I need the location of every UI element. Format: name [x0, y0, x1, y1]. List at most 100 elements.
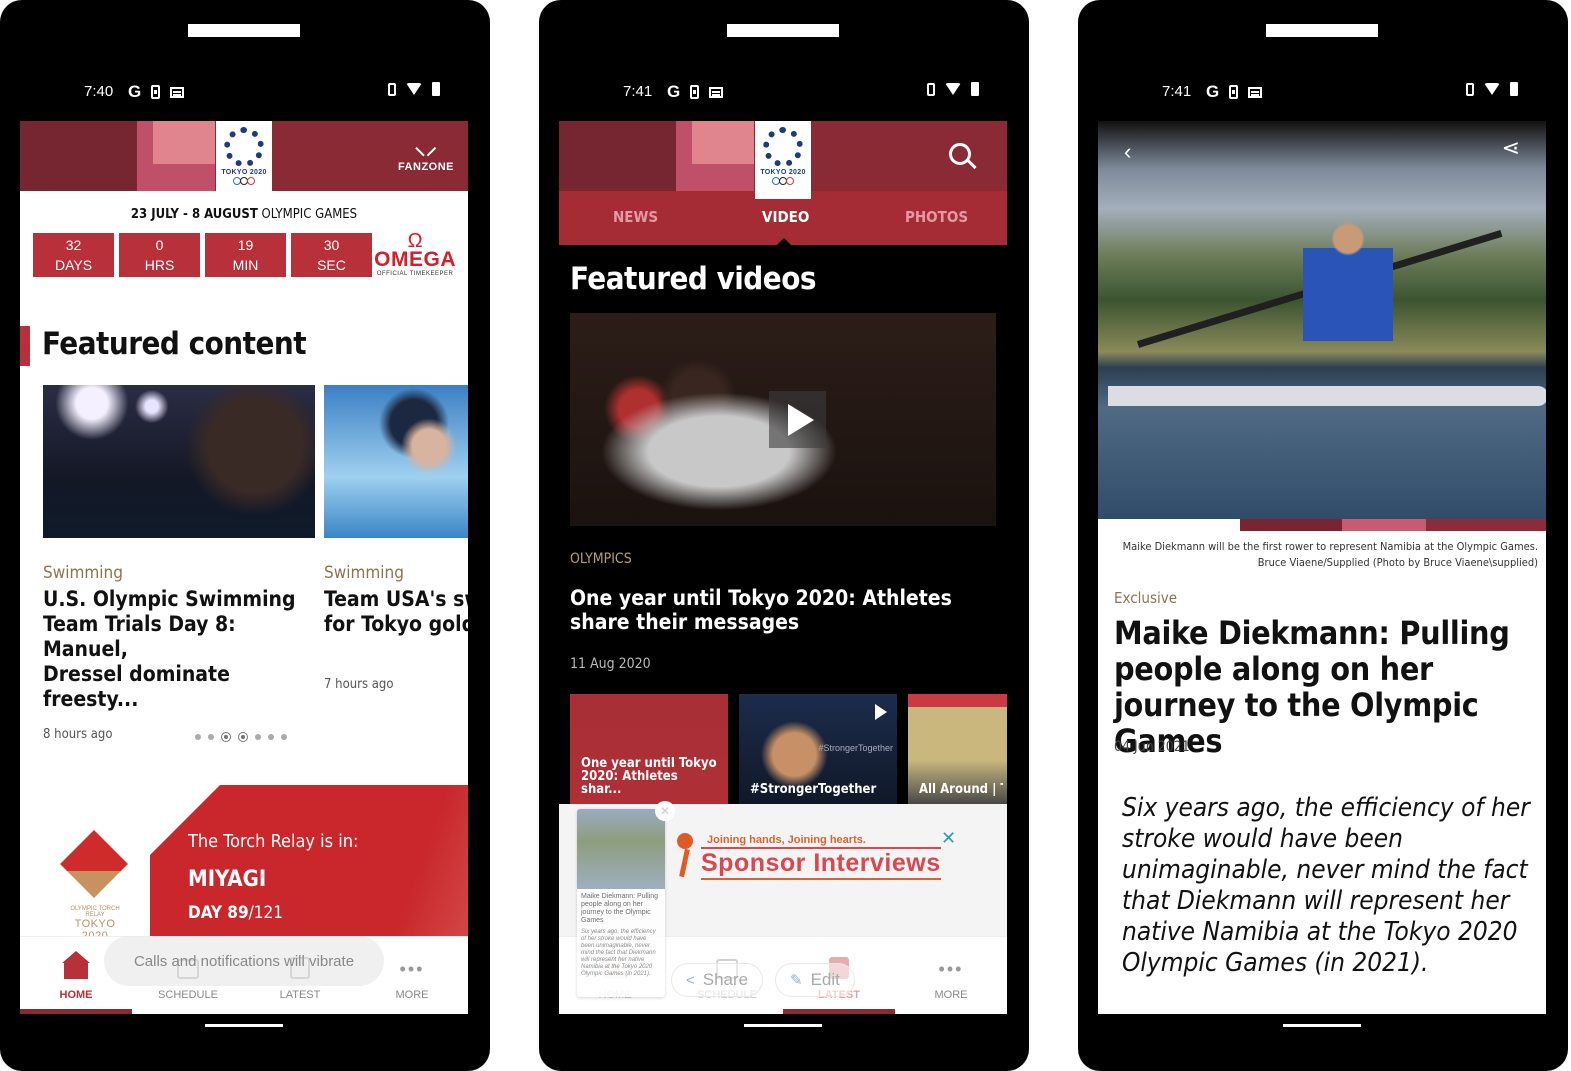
pager-dot[interactable]	[221, 732, 231, 742]
toast-message: Calls and notifications will vibrate	[104, 936, 384, 986]
news-icon	[1248, 86, 1263, 98]
gesture-bar[interactable]	[1283, 1024, 1361, 1027]
ad-headline: Sponsor Interviews	[701, 847, 941, 880]
pager-dot[interactable]	[238, 732, 248, 742]
nav-active-indicator	[783, 1009, 895, 1014]
video-date: 11 Aug 2020	[570, 656, 651, 672]
omega-icon: Ω	[407, 230, 423, 252]
microphone-icon	[677, 833, 693, 878]
section-title: Featured content	[42, 326, 307, 362]
vibrate-icon	[927, 82, 935, 96]
olympic-rings-icon	[771, 177, 794, 185]
battery-icon	[432, 82, 440, 96]
video-category: OLYMPICS	[570, 551, 632, 567]
carousel-pager[interactable]	[195, 732, 287, 742]
media-tabs: NEWS VIDEO PHOTOS	[559, 191, 1007, 245]
close-screenshot-icon[interactable]: ✕	[655, 801, 675, 821]
article-hero-image	[1098, 121, 1546, 519]
screenshot-preview[interactable]: Maike Diekmann: Pulling people along on …	[577, 809, 665, 997]
more-icon: •••	[938, 959, 964, 979]
pager-dot[interactable]	[208, 734, 214, 740]
torch-city: MIYAGI	[188, 867, 267, 892]
ad-tagline: Joining hands, Joining hearts.	[707, 834, 866, 846]
featured-card[interactable]: Swimming U.S. Olympic Swimming Team Tria…	[43, 385, 323, 742]
fanzone-icon: ⸜⸝	[414, 134, 438, 159]
omega-logo: Ω OMEGA OFFICIAL TIMEKEEPER	[374, 230, 456, 277]
countdown-seconds: 30 SEC	[291, 233, 372, 277]
nav-more[interactable]: ••• MORE	[895, 949, 1007, 1001]
fanzone-button[interactable]: ⸜⸝ FANZONE	[398, 133, 454, 173]
wifi-icon	[406, 83, 422, 95]
video-thumbnail[interactable]: #StrongerTogether #StrongerTogether	[739, 694, 897, 804]
omega-tagline: OFFICIAL TIMEKEEPER	[376, 271, 454, 277]
tab-photos[interactable]: PHOTOS	[905, 208, 968, 226]
pager-dot[interactable]	[281, 734, 287, 740]
nav-active-indicator	[20, 1009, 132, 1014]
section-title: Featured videos	[570, 261, 816, 297]
vibrate-icon	[388, 82, 396, 96]
image-caption: Maike Diekmann will be the first rower t…	[1122, 540, 1538, 569]
home-screen: ⸜⸝ FANZONE TOKYO 2020 23 JULY - 8 AUGUST…	[20, 121, 468, 1014]
countdown: 32 DAYS 0 HRS 19 MIN 30 SEC	[33, 233, 372, 277]
pager-dot[interactable]	[195, 734, 201, 740]
torch-relay-logo: OLYMPIC TORCH RELAY TOKYO 2020	[60, 826, 130, 942]
card-category: Swimming	[43, 563, 123, 583]
countdown-hours: 0 HRS	[119, 233, 200, 277]
video-title[interactable]: One year until Tokyo 2020: Athletes shar…	[570, 586, 1000, 634]
vibrate-icon	[1466, 82, 1474, 96]
play-button[interactable]	[769, 391, 826, 448]
card-image	[324, 385, 468, 538]
speaker	[1266, 24, 1378, 37]
battery-icon	[1510, 82, 1518, 96]
video-thumbnail[interactable]: All Around | Ti Refocus	[908, 694, 1007, 804]
tab-news[interactable]: NEWS	[613, 208, 658, 226]
card-time: 7 hours ago	[324, 677, 394, 692]
active-tab-indicator	[777, 238, 791, 245]
close-ad-icon[interactable]: ✕	[941, 828, 956, 849]
video-thumbnail[interactable]: One year until Tokyo 2020: Athletes shar…	[570, 694, 728, 804]
article-title: Maike Diekmann: Pulling people along on …	[1114, 614, 1510, 760]
featured-card[interactable]: Swimming Team USA's sw for Tokyo gold 7 …	[324, 385, 468, 692]
tokyo-2020-logo[interactable]: TOKYO 2020	[216, 121, 272, 199]
card-category: Swimming	[324, 563, 404, 583]
download-icon	[690, 85, 700, 99]
speaker	[727, 24, 839, 37]
tab-video[interactable]: VIDEO	[762, 208, 809, 226]
card-title: U.S. Olympic Swimming Team Trials Day 8:…	[43, 587, 296, 711]
download-icon	[1229, 85, 1239, 99]
article-category: Exclusive	[1114, 589, 1178, 607]
dates-rest: OLYMPIC GAMES	[257, 207, 358, 222]
play-icon	[875, 704, 887, 720]
battery-icon	[971, 82, 979, 96]
olympic-rings-icon	[232, 177, 255, 185]
status-time: 7:41	[623, 83, 653, 100]
phone-article: 7:41 G ‹ ⋖ Maike Diekmann will be the fi…	[1078, 0, 1568, 1071]
edit-button[interactable]: ✎ Edit	[775, 963, 855, 997]
phone-video: 7:41 G NEWS VIDEO PHOTOS TOKYO 2020 Feat…	[539, 0, 1029, 1071]
phone-home: 7:40 G ⸜⸝ FANZONE TOKYO 2020 23 JULY - 8…	[0, 0, 490, 1071]
gesture-bar[interactable]	[205, 1024, 283, 1027]
tokyo-emblem-icon	[224, 127, 264, 167]
pager-dot[interactable]	[268, 734, 274, 740]
search-icon[interactable]	[949, 143, 971, 165]
pencil-icon: ✎	[790, 972, 803, 989]
news-icon	[709, 86, 724, 98]
news-icon	[170, 86, 185, 98]
tokyo-2020-logo[interactable]: TOKYO 2020	[755, 121, 811, 199]
logo-text: TOKYO 2020	[221, 169, 267, 176]
dates-bold: 23 JULY - 8 AUGUST	[130, 207, 258, 222]
torch-day: DAY 89/121	[188, 903, 283, 923]
gesture-bar[interactable]	[744, 1024, 822, 1027]
back-icon[interactable]: ‹	[1124, 139, 1131, 165]
status-bar: 7:41 G	[1098, 80, 1546, 104]
share-icon[interactable]: ⋖	[1502, 135, 1520, 161]
featured-video-player[interactable]	[570, 313, 996, 526]
pager-dot[interactable]	[255, 734, 261, 740]
share-button[interactable]: < Share	[671, 963, 764, 997]
article-date: 04 Jun 2021	[1114, 739, 1190, 755]
wifi-icon	[1484, 83, 1500, 95]
article-screen: ‹ ⋖ Maike Diekmann will be the first row…	[1098, 121, 1546, 1014]
games-dates: 23 JULY - 8 AUGUST OLYMPIC GAMES	[20, 207, 468, 222]
torch-flame-icon	[60, 830, 128, 898]
preview-image	[577, 809, 665, 889]
